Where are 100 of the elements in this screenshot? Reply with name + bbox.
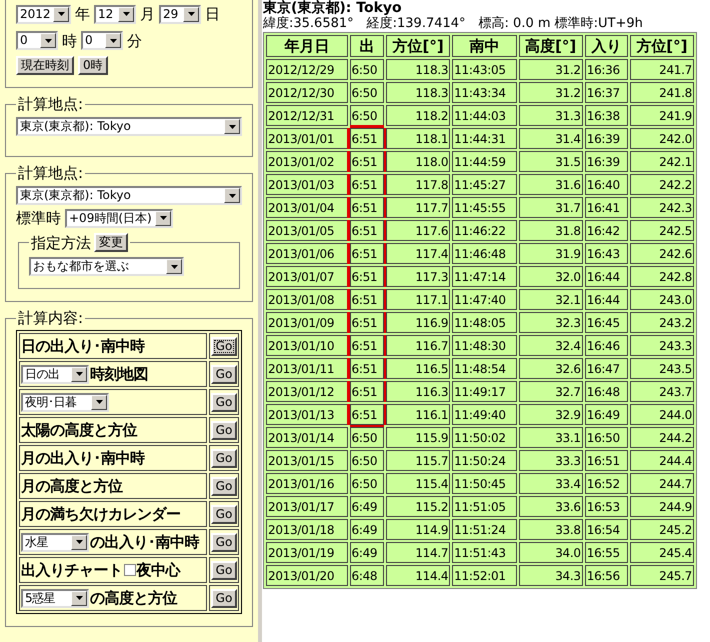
table-cell: 2013/01/15 xyxy=(266,450,348,471)
table-cell: 6:50 xyxy=(350,450,384,471)
table-cell: 11:49:17 xyxy=(452,381,517,402)
table-cell: 242.5 xyxy=(630,220,694,241)
table-cell: 241.9 xyxy=(630,105,694,126)
table-cell: 6:51 xyxy=(350,128,384,149)
button[interactable]: Go xyxy=(210,560,238,580)
button[interactable]: Go xyxy=(210,420,238,440)
table-cell: 2013/01/01 xyxy=(266,128,348,149)
button[interactable]: Go xyxy=(210,532,238,552)
table-cell: 2013/01/14 xyxy=(266,427,348,448)
table-cell: 32.7 xyxy=(518,381,583,402)
dropdown[interactable]: 5惑星 xyxy=(21,588,89,608)
table-cell: 16:49 xyxy=(584,404,628,425)
table-cell: 2013/01/02 xyxy=(266,151,348,172)
table-cell: 6:51 xyxy=(350,404,384,425)
table-cell: 31.2 xyxy=(518,59,583,80)
table-cell: 6:51 xyxy=(350,335,384,356)
table-cell: 11:44:31 xyxy=(452,128,517,149)
button[interactable]: Go xyxy=(210,588,238,608)
dropdown[interactable]: +09時間(日本) xyxy=(65,208,173,228)
location-title: 東京(東京都): Tokyo xyxy=(263,0,403,16)
button[interactable]: 変更 xyxy=(94,233,128,252)
table-cell: 16:50 xyxy=(584,427,628,448)
table-cell: 16:54 xyxy=(584,519,628,540)
table-cell: 16:55 xyxy=(584,542,628,563)
table-cell: 16:45 xyxy=(584,312,628,333)
table-cell: 244.0 xyxy=(630,404,694,425)
table-cell: 118.2 xyxy=(386,105,450,126)
button[interactable]: Go xyxy=(210,448,238,468)
dropdown[interactable]: 2012 xyxy=(16,4,71,24)
dropdown-arrow-icon xyxy=(44,38,52,43)
button[interactable]: Go xyxy=(210,504,238,524)
table-cell: 31.7 xyxy=(518,197,583,218)
table-cell: 117.8 xyxy=(386,174,450,195)
table-cell: 6:50 xyxy=(350,427,384,448)
table-cell: 6:51 xyxy=(350,243,384,264)
table-cell: 11:50:24 xyxy=(452,450,517,471)
table-cell: 6:50 xyxy=(350,105,384,126)
section-legend: 計算内容: xyxy=(16,310,86,327)
table-cell: 117.1 xyxy=(386,289,450,310)
table-cell: 242.0 xyxy=(630,128,694,149)
column-header: 南中 xyxy=(452,35,517,57)
table-cell: 11:52:01 xyxy=(452,565,517,586)
button[interactable]: Go xyxy=(210,336,238,356)
dropdown[interactable]: 0 xyxy=(16,31,58,50)
table-cell: 32.6 xyxy=(518,358,583,379)
dropdown[interactable]: おもな都市を選ぶ xyxy=(29,257,184,276)
table-cell: 114.7 xyxy=(386,542,450,563)
table-cell: 16:44 xyxy=(584,289,628,310)
dropdown-arrow-icon xyxy=(58,12,64,16)
label: 日 xyxy=(205,4,220,25)
table-cell: 117.7 xyxy=(386,197,450,218)
table-cell: 242.8 xyxy=(630,266,694,287)
button[interactable]: 0時 xyxy=(78,56,108,75)
table-cell: 31.9 xyxy=(518,243,583,264)
column-header: 出 xyxy=(350,35,384,57)
table-cell: 2012/12/29 xyxy=(266,59,348,80)
dropdown[interactable]: 0 xyxy=(81,31,123,50)
button[interactable]: Go xyxy=(210,476,238,496)
dropdown-arrow-icon xyxy=(170,264,178,268)
button[interactable]: Go xyxy=(210,364,238,384)
dropdown[interactable]: 水星 xyxy=(21,532,89,552)
dropdown[interactable]: 東京(東京都): Tokyo xyxy=(16,117,242,136)
table-cell: 244.2 xyxy=(630,427,694,448)
button[interactable]: 現在時刻 xyxy=(16,56,74,75)
table-cell: 32.0 xyxy=(518,266,583,287)
table-cell: 6:50 xyxy=(350,82,384,103)
dropdown-arrow-icon xyxy=(228,124,236,128)
table-cell: 31.6 xyxy=(518,174,583,195)
table-cell: 11:51:43 xyxy=(452,542,517,563)
table-cell: 245.2 xyxy=(630,519,694,540)
column-header: 高度[°] xyxy=(518,35,583,57)
label: 分 xyxy=(127,30,142,52)
table-cell: 11:48:30 xyxy=(452,335,517,356)
dropdown[interactable]: 29 xyxy=(159,4,201,24)
checkbox[interactable] xyxy=(124,564,136,576)
location-info: 緯度:35.6581° 経度:139.7414° 標高: 0.0 m 標準時:UT+9h xyxy=(263,16,644,32)
table-cell: 6:51 xyxy=(350,266,384,287)
table-cell: 16:47 xyxy=(584,358,628,379)
table-cell: 118.1 xyxy=(386,128,450,149)
table-cell: 117.3 xyxy=(386,266,450,287)
table-cell: 243.3 xyxy=(630,335,694,356)
table-cell: 2013/01/10 xyxy=(266,335,348,356)
table-cell: 118.3 xyxy=(386,82,450,103)
table-cell: 2012/12/31 xyxy=(266,105,348,126)
table-cell: 115.9 xyxy=(386,427,450,448)
dropdown[interactable]: 夜明･日暮 xyxy=(21,392,109,412)
table-cell: 243.7 xyxy=(630,381,694,402)
dropdown[interactable]: 東京(東京都): Tokyo xyxy=(16,186,242,205)
button[interactable]: Go xyxy=(210,392,238,412)
table-cell: 11:47:40 xyxy=(452,289,517,310)
dropdown[interactable]: 12 xyxy=(94,4,136,24)
table-cell: 2012/12/30 xyxy=(266,82,348,103)
table-cell: 242.1 xyxy=(630,151,694,172)
dropdown[interactable]: 日の出 xyxy=(21,364,89,384)
table-cell: 6:50 xyxy=(350,473,384,494)
table-cell: 6:49 xyxy=(350,519,384,540)
table-cell: 16:39 xyxy=(584,128,628,149)
table-cell: 11:44:03 xyxy=(452,105,517,126)
